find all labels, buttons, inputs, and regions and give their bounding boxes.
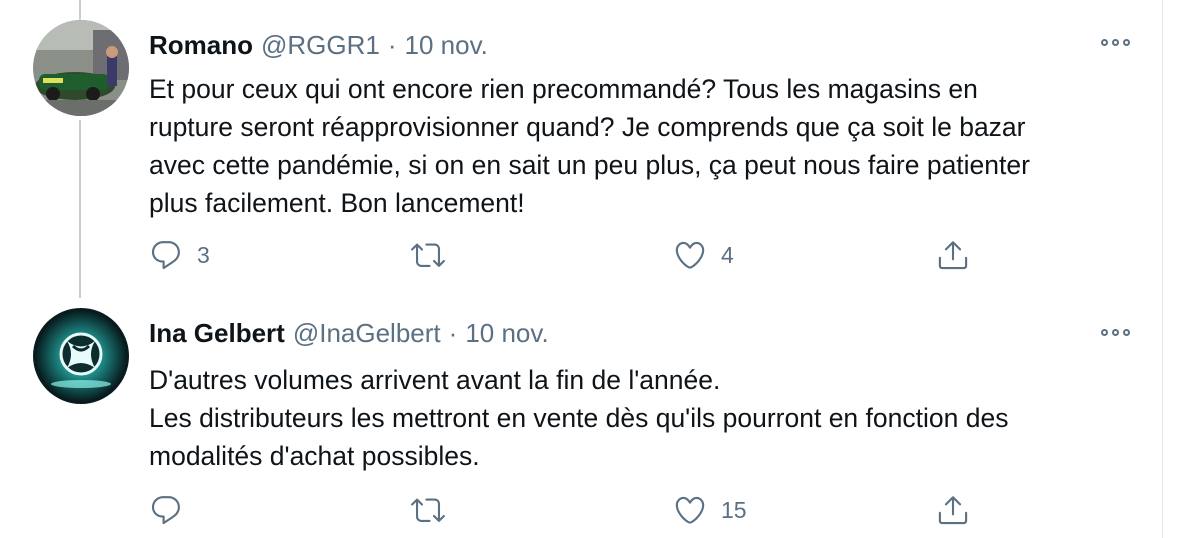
tweet-header: Ina Gelbert @InaGelbert · 10 nov.: [149, 318, 549, 349]
share-icon: [938, 496, 968, 525]
like-button[interactable]: 4: [673, 235, 734, 275]
avatar[interactable]: [33, 308, 129, 404]
xbox-logo-icon: [33, 308, 129, 404]
tweet-date[interactable]: 10 nov.: [465, 318, 548, 349]
retweet-button[interactable]: [411, 490, 459, 530]
display-name[interactable]: Romano: [149, 30, 253, 61]
tweet-date[interactable]: 10 nov.: [405, 30, 488, 61]
reply-count: 3: [197, 241, 210, 268]
share-button[interactable]: [936, 490, 970, 530]
tweet-text-line: plus facilement. Bon lancement!: [149, 188, 525, 218]
heart-icon: [675, 241, 705, 269]
tweet-text-line: Les distributeurs les mettront en vente …: [149, 403, 1009, 433]
more-options-icon[interactable]: [1101, 37, 1133, 47]
tweet-text: D'autres volumes arrivent avant la fin d…: [149, 361, 1109, 475]
share-icon: [938, 241, 968, 270]
timeline-border: [1162, 0, 1163, 538]
retweet-button[interactable]: [411, 235, 459, 275]
more-options-icon[interactable]: [1101, 327, 1133, 337]
tweet[interactable]: Romano @RGGR1 · 10 nov. Et pour ceux qui…: [0, 20, 1162, 300]
user-handle[interactable]: @InaGelbert: [293, 318, 441, 349]
thread-connector-top: [79, 0, 81, 20]
retweet-icon: [411, 243, 445, 267]
separator: ·: [448, 318, 458, 348]
avatar[interactable]: [33, 20, 129, 116]
tweet-header: Romano @RGGR1 · 10 nov.: [149, 30, 488, 61]
reply-button[interactable]: 3: [149, 235, 210, 275]
reply-icon: [151, 496, 180, 525]
heart-icon: [675, 496, 705, 524]
tweet-text-line: rupture seront réapprovisionner quand? J…: [149, 112, 1026, 142]
reply-button[interactable]: [149, 490, 197, 530]
tweet-text-line: D'autres volumes arrivent avant la fin d…: [149, 365, 721, 395]
like-count: 15: [721, 496, 747, 523]
avatar-photo-icon: [33, 20, 129, 116]
tweet-actions: 15: [0, 490, 1162, 530]
tweet-actions: 3 4: [0, 235, 1162, 275]
retweet-icon: [411, 498, 445, 522]
like-button[interactable]: 15: [673, 490, 747, 530]
tweet-text-line: modalités d'achat possibles.: [149, 441, 480, 471]
share-button[interactable]: [936, 235, 970, 275]
user-handle[interactable]: @RGGR1: [261, 30, 380, 61]
display-name[interactable]: Ina Gelbert: [149, 318, 285, 349]
tweet-text: Et pour ceux qui ont encore rien precomm…: [149, 70, 1109, 222]
like-count: 4: [721, 241, 734, 268]
tweet-text-line: avec cette pandémie, si on en sait un pe…: [149, 150, 1030, 180]
tweet-text-line: Et pour ceux qui ont encore rien precomm…: [149, 74, 978, 104]
separator: ·: [387, 30, 397, 60]
reply-icon: [151, 241, 180, 270]
tweet[interactable]: Ina Gelbert @InaGelbert · 10 nov. D'autr…: [0, 306, 1162, 538]
